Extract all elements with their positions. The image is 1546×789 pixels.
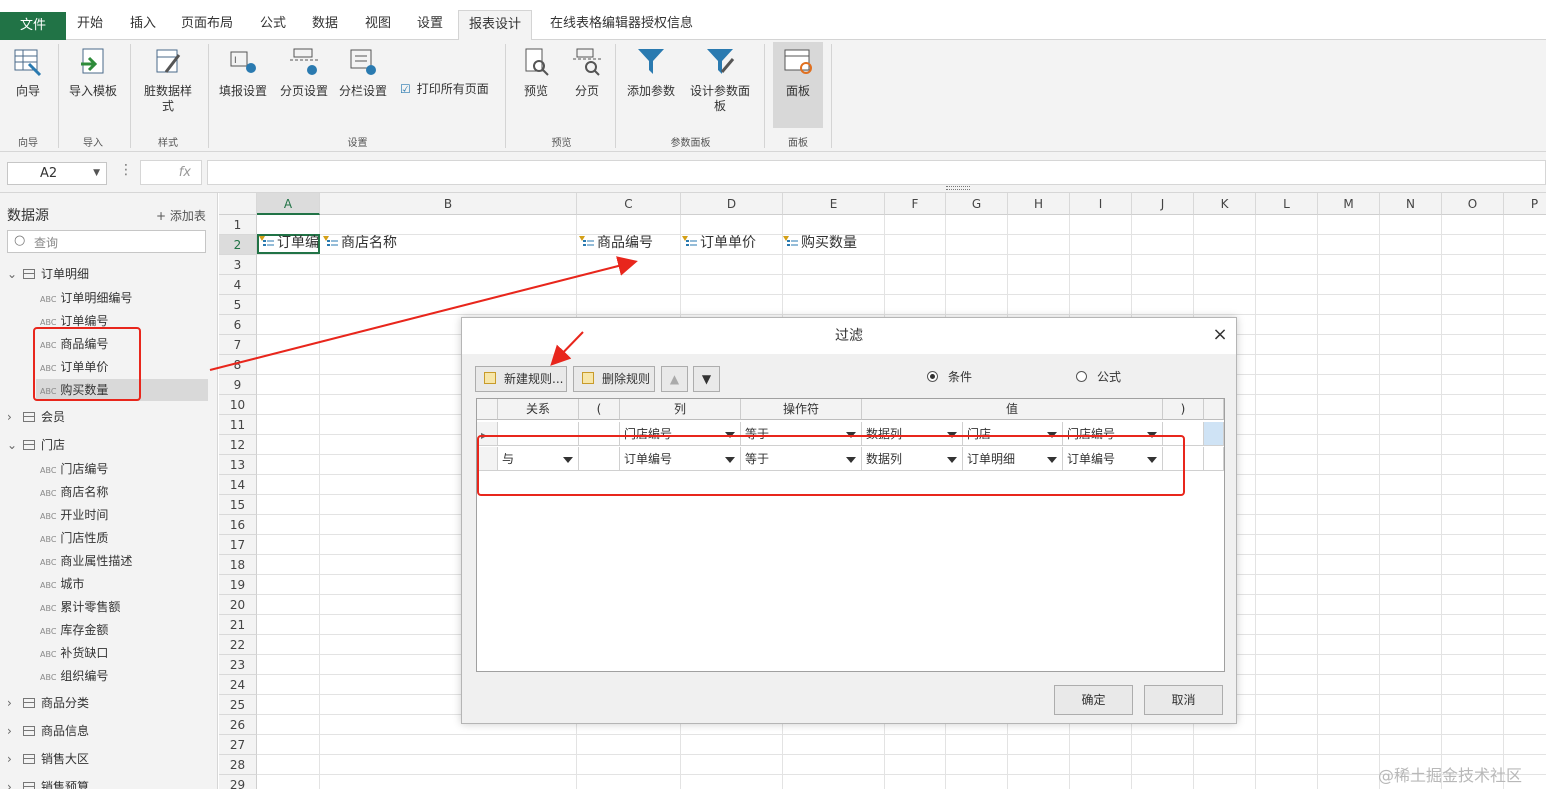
annotation-arrow-to-new-rule [550, 331, 584, 366]
watermark: @稀土掘金技术社区 [1378, 766, 1523, 785]
annotation-arrows [209, 256, 638, 371]
annotation-arrow-to-grid [209, 256, 638, 371]
